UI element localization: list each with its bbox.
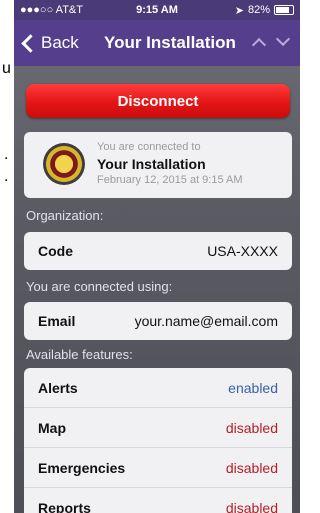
- phone-screen: ●●●○○ AT&T 9:15 AM ➤ 82% Back Your Insta…: [14, 0, 300, 513]
- clipped-edge-text: .: [4, 146, 9, 163]
- feature-name: Emergencies: [38, 459, 126, 476]
- code-label: Code: [38, 243, 73, 259]
- feature-status: enabled: [228, 379, 278, 396]
- organization-code-row: Code USA-XXXX: [24, 232, 292, 270]
- features-list: Alerts enabled Map disabled Emergencies …: [24, 368, 292, 513]
- features-section-label: Available features:: [26, 347, 133, 362]
- connection-date: February 12, 2015 at 9:15 AM: [97, 174, 243, 186]
- chevron-left-icon: [21, 33, 40, 53]
- disconnect-button[interactable]: Disconnect: [26, 84, 290, 118]
- battery-icon: [274, 5, 294, 15]
- feature-status: disabled: [225, 499, 278, 513]
- back-button[interactable]: Back: [20, 33, 79, 53]
- clipped-edge-text: .: [4, 168, 9, 185]
- feature-name: Map: [38, 419, 66, 436]
- nav-arrows: [251, 31, 291, 53]
- feature-status: disabled: [225, 459, 278, 476]
- organization-section-label: Organization:: [26, 208, 104, 223]
- email-value: your.name@email.com: [134, 313, 278, 329]
- feature-name: Reports: [38, 499, 91, 513]
- battery-percent: 82%: [247, 4, 270, 16]
- feature-row-emergencies[interactable]: Emergencies disabled: [24, 448, 292, 488]
- battery-status: ➤ 82%: [235, 4, 294, 17]
- feature-row-alerts[interactable]: Alerts enabled: [24, 368, 292, 408]
- feature-row-reports[interactable]: Reports disabled: [24, 488, 292, 513]
- carrier-label: ●●●○○ AT&T: [20, 4, 83, 16]
- back-label: Back: [41, 33, 79, 52]
- chevron-up-icon[interactable]: [251, 37, 267, 53]
- chevron-down-icon[interactable]: [275, 31, 291, 47]
- connection-method-section-label: You are connected using:: [26, 279, 173, 294]
- feature-status: disabled: [225, 419, 278, 436]
- connection-caption: You are connected to: [97, 141, 201, 153]
- feature-name: Alerts: [38, 379, 78, 396]
- email-row: Email your.name@email.com: [24, 302, 292, 340]
- code-value: USA-XXXX: [207, 243, 278, 259]
- clipped-edge-text: u: [2, 60, 11, 77]
- location-arrow-icon: ➤: [234, 4, 244, 17]
- feature-row-map[interactable]: Map disabled: [24, 408, 292, 448]
- email-label: Email: [38, 313, 76, 329]
- navigation-bar: Back Your Installation: [14, 20, 300, 66]
- installation-name: Your Installation: [97, 156, 206, 172]
- status-bar: ●●●○○ AT&T 9:15 AM ➤ 82%: [14, 0, 300, 20]
- connection-card: You are connected to Your Installation F…: [24, 132, 292, 198]
- page-title: Your Installation: [104, 33, 236, 52]
- installation-seal-icon: [43, 143, 85, 185]
